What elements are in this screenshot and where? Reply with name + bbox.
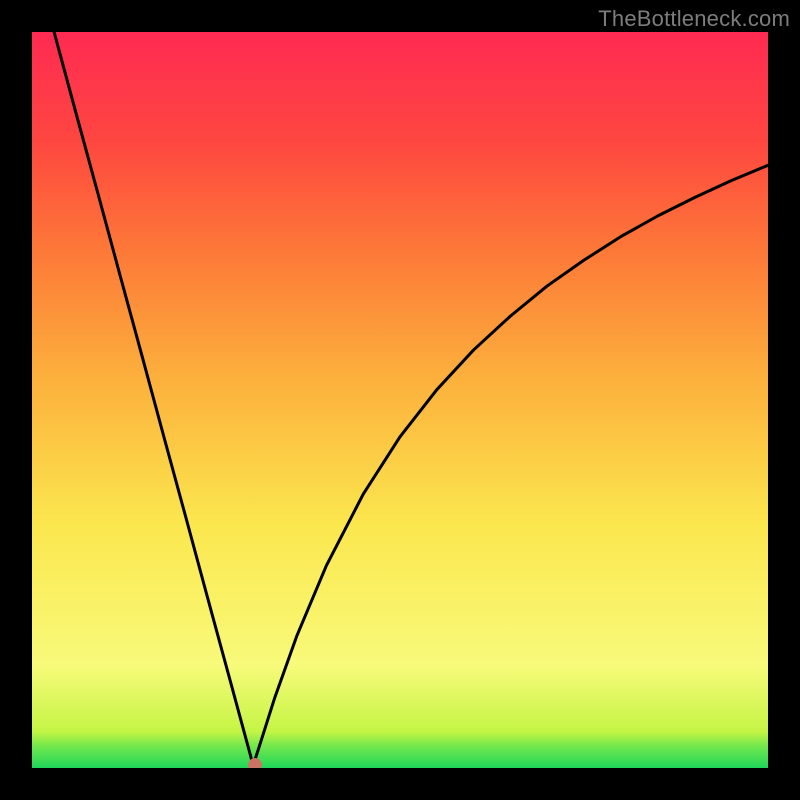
- chart-frame: TheBottleneck.com: [0, 0, 800, 800]
- bottleneck-curve: [54, 32, 768, 764]
- curve-svg: [32, 32, 768, 768]
- plot-area: [32, 32, 768, 768]
- watermark-text: TheBottleneck.com: [598, 6, 790, 32]
